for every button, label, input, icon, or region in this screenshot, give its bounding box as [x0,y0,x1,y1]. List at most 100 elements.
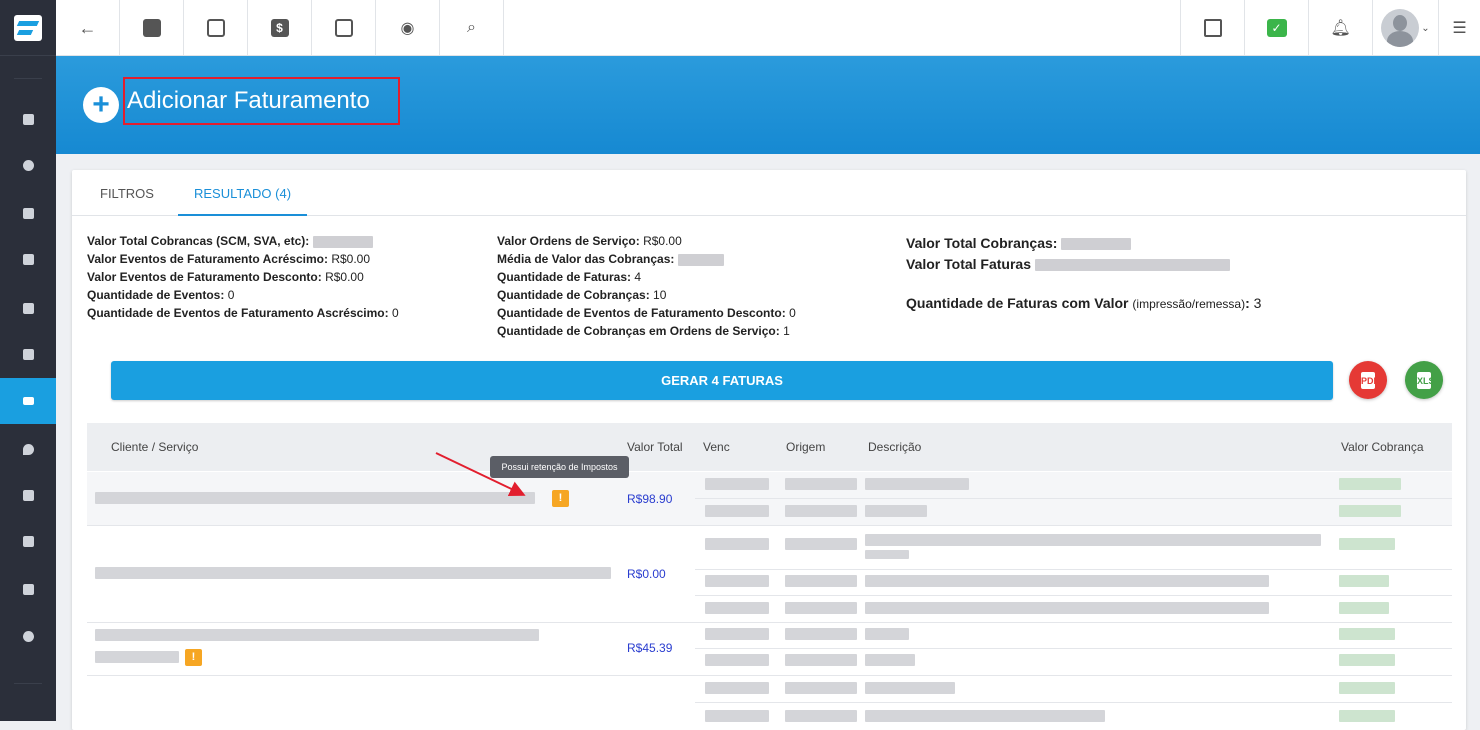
tab-resultado[interactable]: RESULTADO (4) [194,186,291,201]
calendar-clock-icon [22,302,34,314]
summary-column-2: Valor Ordens de Serviço: R$0.00 Média de… [497,232,796,340]
tab-bar: FILTROS RESULTADO (4) [72,170,1466,216]
bell-icon: 🔔︎ [1330,20,1351,37]
user-menu[interactable]: ⌄ [1372,0,1438,56]
blurred-descricao [865,682,955,694]
pdf-icon: PDF [1361,371,1379,389]
sidebar-item-billing[interactable] [0,378,56,424]
map-pin-icon [22,443,34,455]
file-icon [22,583,34,595]
sidebar-item-reports[interactable] [0,142,56,188]
blurred-venc [705,575,769,587]
blurred-descricao [865,710,1105,722]
top-toolbar: ← $ ◉ ⌕ ✓ 🔔︎ ⌄ ☰ [56,0,1480,56]
blurred-origem [785,710,857,722]
dollar-icon: $ [270,19,289,37]
contact-card-icon [142,19,161,37]
export-excel-button[interactable]: XLS [1405,361,1443,399]
blurred-descricao [865,550,909,559]
summary-eventos-acrescimo: Valor Eventos de Faturamento Acréscimo: … [87,252,371,266]
pdf-icon [1203,19,1222,37]
chevron-down-icon: ⌄ [1421,22,1430,34]
tab-filtros[interactable]: FILTROS [100,186,154,201]
sidebar-item-products[interactable] [0,331,56,377]
warning-icon[interactable]: ! [552,490,569,507]
money-icon [22,397,34,405]
col-descricao[interactable]: Descrição [868,440,921,454]
customers-shortcut-button[interactable] [120,0,184,56]
table-row[interactable]: ! R$45.39 [87,623,1452,675]
blurred-client-name [95,629,539,641]
blurred-value [677,253,724,266]
table-row[interactable]: ! R$98.90 [87,472,1452,525]
summary-qtd-eventos-desconto: Quantidade de Eventos de Faturamento Des… [497,306,796,320]
blurred-venc [705,602,769,614]
blurred-valor-cobranca [1339,602,1389,614]
row-divider [695,498,1452,499]
notifications-button[interactable]: 🔔︎ [1308,0,1372,56]
page-header: + Adicionar Faturamento [56,56,1480,154]
sidebar-item-documents[interactable] [0,472,56,518]
col-origem[interactable]: Origem [786,440,825,454]
schedule-shortcut-button[interactable] [184,0,248,56]
blurred-origem [785,575,857,587]
summary-qtd-faturas: Quantidade de Faturas: 4 [497,270,642,284]
sidebar-item-files[interactable] [0,566,56,612]
blurred-valor-cobranca [1339,682,1395,694]
blurred-valor-cobranca [1339,654,1395,666]
sidebar [0,0,56,721]
col-venc[interactable]: Venc [703,440,730,454]
sidebar-item-settings[interactable] [0,613,56,659]
search-button[interactable]: ⌕ [440,0,504,56]
pdf-button[interactable] [1180,0,1244,56]
blurred-valor-cobranca [1339,575,1389,587]
blurred-origem [785,505,857,517]
col-valor-total[interactable]: Valor Total [627,440,683,454]
sidebar-item-locations[interactable] [0,426,56,472]
sidebar-item-services[interactable] [0,518,56,564]
table-header: Cliente / Serviço Valor Total Venc Orige… [87,423,1452,471]
warning-icon[interactable]: ! [185,649,202,666]
generate-invoices-button[interactable]: GERAR 4 FATURAS [111,361,1333,400]
blurred-valor-cobranca [1339,478,1401,490]
billing-shortcut-button[interactable]: $ [248,0,312,56]
export-pdf-button[interactable]: PDF [1349,361,1387,399]
summary-qtd-cobrancas-os: Quantidade de Cobranças em Ordens de Ser… [497,324,790,338]
valor-total[interactable]: R$45.39 [627,641,672,655]
contact-card-icon [22,207,34,219]
table-row[interactable]: R$0.00 [87,526,1452,622]
valor-total[interactable]: R$98.90 [627,492,672,506]
blurred-origem [785,538,857,550]
back-button[interactable]: ← [56,0,120,56]
sidebar-item-customers[interactable] [0,190,56,236]
blurred-origem [785,682,857,694]
add-icon: + [83,87,119,123]
blurred-client-name [95,651,179,663]
col-cliente[interactable]: Cliente / Serviço [111,440,198,454]
summary-total-cobrancas: Valor Total Cobrancas (SCM, SVA, etc): [87,232,399,250]
sidebar-divider [14,78,42,79]
summary-qtd-cobrancas: Quantidade de Cobranças: 10 [497,288,667,302]
tasks-button[interactable]: ✓ [1244,0,1308,56]
eye-icon: ◉ [400,20,415,37]
view-shortcut-button[interactable]: ◉ [376,0,440,56]
back-arrow-icon: ← [78,17,97,38]
blurred-venc [705,710,769,722]
app-logo[interactable] [0,0,56,56]
summary-qtd-eventos: Quantidade de Eventos: 0 [87,288,235,302]
blurred-value [1061,238,1132,251]
blurred-descricao [865,602,1269,614]
menu-button[interactable]: ☰ [1438,0,1480,56]
blurred-value [1034,259,1230,272]
col-valor-cobranca[interactable]: Valor Cobrança [1341,440,1424,454]
sidebar-item-contracts[interactable] [0,236,56,282]
dashboard-icon [22,113,34,125]
blurred-venc [705,654,769,666]
sidebar-item-scheduling[interactable] [0,285,56,331]
terminal-shortcut-button[interactable] [312,0,376,56]
sidebar-item-dashboard[interactable] [0,96,56,142]
valor-total[interactable]: R$0.00 [627,567,666,581]
blurred-descricao [865,628,909,640]
table-row[interactable] [87,676,1452,730]
blurred-descricao [865,505,927,517]
